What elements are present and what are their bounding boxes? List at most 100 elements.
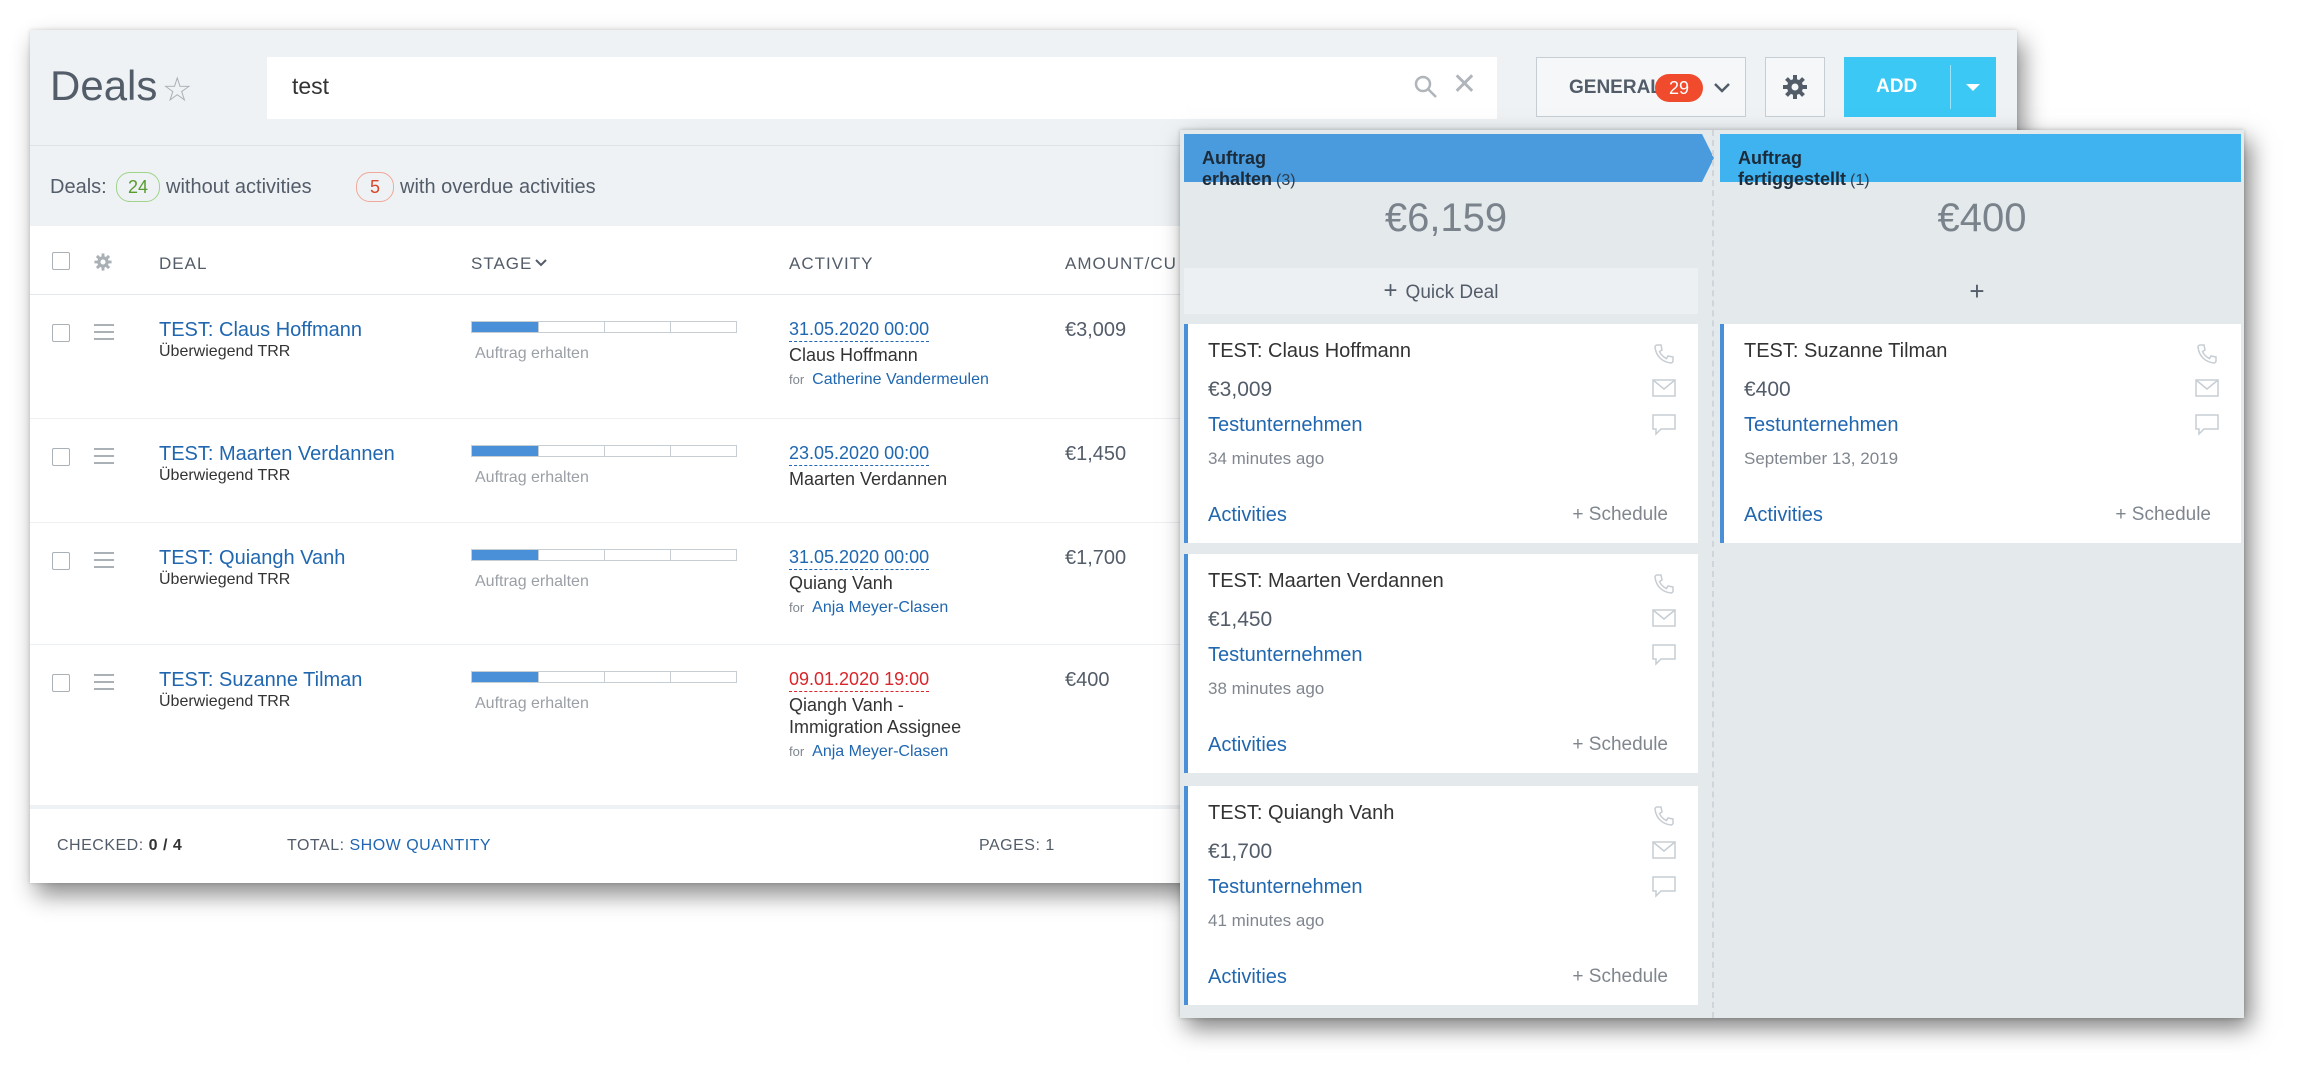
chat-icon[interactable]: [1652, 876, 1676, 898]
column-stage[interactable]: STAGE: [471, 254, 532, 274]
no-activity-text[interactable]: without activities: [166, 176, 312, 199]
search-input[interactable]: test ✕: [267, 57, 1497, 119]
activity-date[interactable]: 31.05.2020 00:00: [789, 319, 930, 342]
select-all-checkbox[interactable]: [52, 252, 70, 270]
mail-icon[interactable]: [1652, 841, 1676, 859]
quick-deal-button[interactable]: + Quick Deal: [1184, 268, 1698, 314]
card-title[interactable]: TEST: Claus Hoffmann: [1208, 340, 1411, 363]
schedule-button[interactable]: + Schedule: [1572, 734, 1668, 756]
drag-handle-icon[interactable]: [94, 324, 114, 345]
card-time: 34 minutes ago: [1208, 449, 1325, 468]
deal-title-link[interactable]: TEST: Maarten Verdannen: [159, 443, 395, 466]
column-count: (3): [1276, 172, 1296, 189]
responsible-link[interactable]: Anja Meyer-Clasen: [812, 599, 948, 616]
show-quantity-link[interactable]: SHOW QUANTITY: [349, 837, 491, 854]
drag-handle-icon[interactable]: [94, 448, 114, 469]
add-deal-button[interactable]: ADD: [1844, 57, 1996, 117]
mail-icon[interactable]: [1652, 379, 1676, 397]
phone-icon[interactable]: [1652, 804, 1676, 828]
filter-count-badge: 29: [1655, 74, 1703, 102]
card-title[interactable]: TEST: Suzanne Tilman: [1744, 340, 1947, 363]
deal-card[interactable]: TEST: Quiangh Vanh €1,700 Testunternehme…: [1184, 786, 1698, 1005]
settings-button[interactable]: [1765, 57, 1825, 117]
phone-icon[interactable]: [1652, 342, 1676, 366]
activity-for: for Catherine Vandermeulen: [789, 371, 989, 388]
quick-add-button[interactable]: +: [1720, 268, 2234, 314]
mail-icon[interactable]: [2195, 379, 2219, 397]
column-total: €400: [1937, 196, 2027, 240]
activities-link[interactable]: Activities: [1208, 504, 1287, 527]
deal-title-link[interactable]: TEST: Claus Hoffmann: [159, 319, 362, 342]
row-checkbox[interactable]: [52, 552, 70, 570]
row-checkbox[interactable]: [52, 324, 70, 342]
stage-progress-bar[interactable]: [471, 321, 737, 333]
deal-card[interactable]: TEST: Claus Hoffmann €3,009 Testunterneh…: [1184, 324, 1698, 543]
row-checkbox[interactable]: [52, 674, 70, 692]
schedule-button[interactable]: + Schedule: [1572, 504, 1668, 526]
column-activity[interactable]: ACTIVITY: [789, 254, 874, 274]
deal-title-link[interactable]: TEST: Quiangh Vanh: [159, 547, 345, 570]
stage-label: Auftrag erhalten: [475, 695, 589, 712]
activity-date[interactable]: 31.05.2020 00:00: [789, 547, 930, 570]
close-icon[interactable]: ✕: [1452, 70, 1477, 100]
activity-contact: Qiangh Vanh - Immigration Assignee: [789, 695, 962, 737]
activity-date-overdue[interactable]: 09.01.2020 19:00: [789, 669, 930, 692]
add-label: ADD: [1876, 76, 1918, 97]
stage-progress-bar[interactable]: [471, 671, 737, 683]
deal-amount: €3,009: [1065, 319, 1127, 341]
activities-link[interactable]: Activities: [1208, 734, 1287, 757]
activities-link[interactable]: Activities: [1744, 504, 1823, 527]
column-amount[interactable]: AMOUNT/CU: [1065, 254, 1177, 274]
activity-date[interactable]: 23.05.2020 00:00: [789, 443, 930, 466]
phone-icon[interactable]: [2195, 342, 2219, 366]
phone-icon[interactable]: [1652, 572, 1676, 596]
toolbar: Deals ☆ test ✕ GENERAL 29 ADD: [30, 30, 2017, 145]
counters-prefix: Deals:: [50, 176, 107, 198]
schedule-button[interactable]: + Schedule: [1572, 966, 1668, 988]
deal-card[interactable]: TEST: Suzanne Tilman €400 Testunternehme…: [1720, 324, 2241, 543]
responsible-link[interactable]: Catherine Vandermeulen: [812, 371, 989, 388]
dropdown-arrow-icon[interactable]: [1966, 84, 1980, 91]
deal-card[interactable]: TEST: Maarten Verdannen €1,450 Testunter…: [1184, 554, 1698, 773]
drag-handle-icon[interactable]: [94, 674, 114, 695]
card-company[interactable]: Testunternehmen: [1208, 876, 1363, 899]
stage-fill: [472, 550, 538, 560]
search-value[interactable]: test: [292, 73, 329, 100]
chat-icon[interactable]: [1652, 414, 1676, 436]
stage-progress-bar[interactable]: [471, 549, 737, 561]
column-deal[interactable]: DEAL: [159, 254, 207, 274]
no-activity-count[interactable]: 24: [116, 172, 160, 202]
activity-for: for Anja Meyer-Clasen: [789, 743, 949, 760]
card-title[interactable]: TEST: Maarten Verdannen: [1208, 570, 1444, 593]
filter-button[interactable]: GENERAL 29: [1536, 57, 1746, 117]
stage-label: Auftrag erhalten: [475, 345, 589, 362]
card-company[interactable]: Testunternehmen: [1208, 644, 1363, 667]
search-icon[interactable]: [1413, 74, 1439, 100]
deal-subtitle: Überwiegend TRR: [159, 467, 291, 484]
responsible-link[interactable]: Anja Meyer-Clasen: [812, 743, 948, 760]
chat-icon[interactable]: [1652, 644, 1676, 666]
mail-icon[interactable]: [1652, 609, 1676, 627]
deal-subtitle: Überwiegend TRR: [159, 693, 291, 710]
kanban-column: Auftrag fertiggestellt (1) €400 + TEST: S…: [1716, 130, 2244, 1018]
column-total: €6,159: [1384, 196, 1508, 240]
card-time: 38 minutes ago: [1208, 679, 1325, 698]
deal-title-link[interactable]: TEST: Suzanne Tilman: [159, 669, 362, 692]
drag-handle-icon[interactable]: [94, 552, 114, 573]
plus-icon: +: [1383, 277, 1398, 304]
card-company[interactable]: Testunternehmen: [1208, 414, 1363, 437]
card-company[interactable]: Testunternehmen: [1744, 414, 1899, 437]
kanban-board: Auftrag erhalten (3) €6,159 + Quick Deal T…: [1180, 130, 2244, 1018]
chat-icon[interactable]: [2195, 414, 2219, 436]
activity-for: for Anja Meyer-Clasen: [789, 599, 949, 616]
stage-progress-bar[interactable]: [471, 445, 737, 457]
star-icon[interactable]: ☆: [162, 70, 192, 110]
chevron-down-icon[interactable]: [534, 256, 548, 270]
overdue-count[interactable]: 5: [356, 172, 394, 202]
schedule-button[interactable]: + Schedule: [2115, 504, 2211, 526]
row-checkbox[interactable]: [52, 448, 70, 466]
overdue-text[interactable]: with overdue activities: [400, 176, 596, 199]
activities-link[interactable]: Activities: [1208, 966, 1287, 989]
gear-icon[interactable]: [93, 252, 113, 272]
card-title[interactable]: TEST: Quiangh Vanh: [1208, 802, 1394, 825]
